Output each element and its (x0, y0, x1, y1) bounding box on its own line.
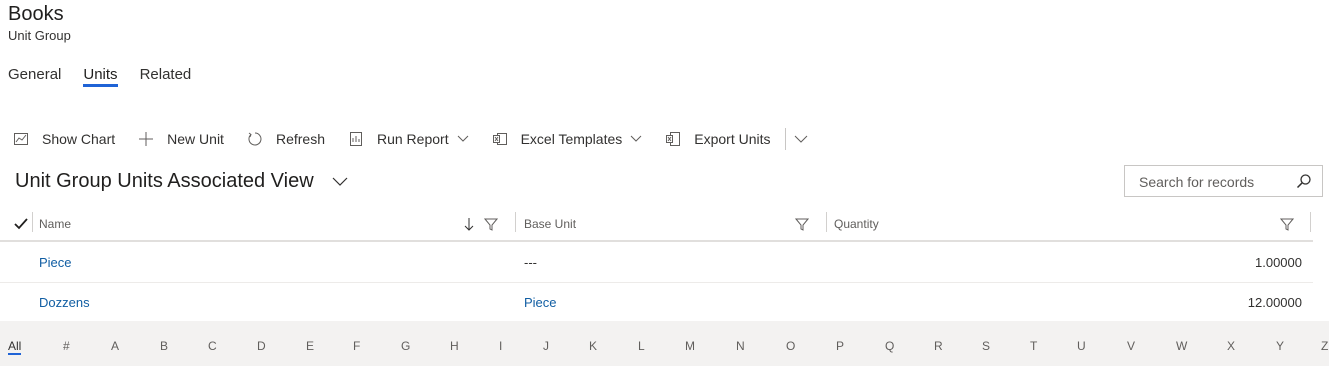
jump-m[interactable]: M (685, 339, 695, 353)
run-report-label: Run Report (376, 131, 449, 147)
refresh-label: Refresh (275, 131, 325, 147)
jump-hash[interactable]: # (63, 339, 70, 353)
filter-icon[interactable] (484, 208, 498, 240)
base-unit-value: --- (524, 254, 537, 270)
jump-y[interactable]: Y (1276, 339, 1284, 353)
jump-f[interactable]: F (353, 339, 360, 353)
jump-h[interactable]: H (450, 339, 459, 353)
tab-general[interactable]: General (8, 66, 61, 87)
tab-list: General Units Related (8, 66, 213, 87)
select-all-checkbox[interactable] (14, 208, 28, 240)
unit-name-link[interactable]: Dozzens (39, 282, 90, 322)
jump-w[interactable]: W (1176, 339, 1187, 353)
column-header-quantity[interactable]: Quantity (834, 208, 879, 240)
search-icon[interactable] (1296, 173, 1312, 194)
table-row[interactable]: Dozzens Piece 12.00000 (0, 282, 1313, 323)
jump-o[interactable]: O (786, 339, 795, 353)
jump-g[interactable]: G (401, 339, 410, 353)
column-divider (826, 212, 827, 232)
report-icon (347, 130, 365, 148)
view-selector[interactable]: Unit Group Units Associated View (15, 170, 348, 193)
view-title: Unit Group Units Associated View (15, 170, 314, 192)
filter-icon[interactable] (795, 208, 809, 240)
chevron-down-icon (332, 177, 348, 187)
plus-icon (137, 130, 155, 148)
sort-descending-icon[interactable] (464, 208, 474, 240)
jump-z[interactable]: Z (1321, 339, 1328, 353)
column-divider (1310, 212, 1311, 232)
record-entity-label: Unit Group (8, 28, 71, 43)
column-divider (515, 212, 516, 232)
search-box (1124, 165, 1323, 197)
new-unit-label: New Unit (167, 131, 224, 147)
jump-e[interactable]: E (306, 339, 314, 353)
jump-s[interactable]: S (982, 339, 990, 353)
jump-a[interactable]: A (111, 339, 119, 353)
unit-name-link[interactable]: Piece (39, 242, 72, 282)
tab-related[interactable]: Related (140, 66, 192, 87)
jump-j[interactable]: J (543, 339, 549, 353)
jump-x[interactable]: X (1227, 339, 1235, 353)
column-divider (32, 212, 33, 232)
jump-k[interactable]: K (589, 339, 597, 353)
export-units-label: Export Units (694, 131, 771, 147)
jump-q[interactable]: Q (885, 339, 894, 353)
quantity-value: 12.00000 (1247, 294, 1302, 310)
command-separator (784, 128, 786, 150)
refresh-button[interactable]: Refresh (246, 130, 325, 148)
jump-c[interactable]: C (208, 339, 217, 353)
chevron-down-icon (794, 135, 808, 144)
excel-export-icon (664, 130, 682, 148)
search-input[interactable] (1137, 173, 1291, 191)
run-report-button[interactable]: Run Report (347, 130, 469, 148)
chevron-down-icon (457, 135, 469, 143)
record-title: Books (8, 3, 64, 25)
jump-i[interactable]: I (499, 339, 502, 353)
column-header-base-unit[interactable]: Base Unit (524, 208, 576, 240)
more-commands-button[interactable] (794, 135, 808, 144)
show-chart-button[interactable]: Show Chart (12, 130, 115, 148)
checkmark-icon (14, 218, 28, 230)
table-row[interactable]: Piece --- 1.00000 (0, 242, 1313, 283)
chart-icon (12, 130, 30, 148)
jump-all[interactable]: All (8, 339, 22, 355)
chevron-down-icon (630, 135, 642, 143)
excel-templates-button[interactable]: Excel Templates (491, 130, 643, 148)
jump-b[interactable]: B (160, 339, 168, 353)
jump-t[interactable]: T (1030, 339, 1037, 353)
excel-icon (491, 130, 509, 148)
quantity-value: 1.00000 (1255, 254, 1302, 270)
filter-icon[interactable] (1280, 208, 1294, 240)
jump-p[interactable]: P (836, 339, 844, 353)
jump-n[interactable]: N (736, 339, 745, 353)
jump-r[interactable]: R (934, 339, 943, 353)
jump-v[interactable]: V (1127, 339, 1135, 353)
jump-l[interactable]: L (638, 339, 645, 353)
refresh-icon (246, 130, 264, 148)
tab-units[interactable]: Units (83, 66, 118, 87)
excel-templates-label: Excel Templates (520, 131, 623, 147)
jump-d[interactable]: D (257, 339, 266, 353)
show-chart-label: Show Chart (42, 131, 116, 147)
jump-u[interactable]: U (1077, 339, 1086, 353)
column-header-name[interactable]: Name (39, 208, 71, 240)
new-unit-button[interactable]: New Unit (137, 130, 224, 148)
base-unit-link[interactable]: Piece (524, 282, 557, 322)
command-bar: Show Chart New Unit Refresh Run Report E… (12, 127, 830, 151)
export-units-button[interactable]: Export Units (664, 130, 771, 148)
alphabet-jump-bar: All # A B C D E F G H I J K L M N O P Q … (0, 321, 1329, 366)
grid-header: Name Base Unit Quantity (0, 208, 1313, 242)
